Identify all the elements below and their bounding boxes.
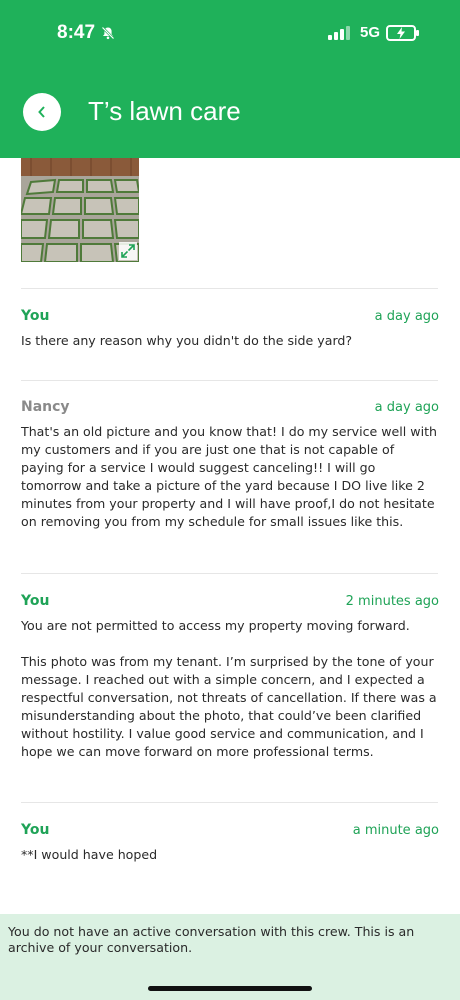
divider [21, 288, 438, 289]
message-sender: You [21, 308, 50, 324]
chevron-left-icon [38, 106, 45, 118]
status-indicators: 5G [327, 24, 419, 41]
message-item: Nancy a day ago That's an old picture an… [21, 399, 439, 531]
divider [21, 380, 438, 381]
message-sender: Nancy [21, 399, 70, 415]
message-time: a day ago [374, 400, 439, 415]
network-type: 5G [359, 24, 380, 41]
message-text: **I would have hoped [21, 847, 158, 862]
expand-icon[interactable] [119, 242, 137, 260]
message-sender: You [21, 822, 50, 838]
signal-icon [327, 25, 352, 40]
divider [21, 573, 438, 574]
page-title: T’s lawn care [88, 96, 241, 126]
message-sender: You [21, 593, 50, 609]
archive-notice: You do not have an active conversation w… [8, 924, 415, 955]
message-text: Is there any reason why you didn't do th… [21, 333, 353, 348]
message-time: a day ago [374, 309, 439, 324]
battery-charging-icon [386, 24, 419, 41]
message-time: a minute ago [352, 823, 439, 838]
divider [21, 802, 438, 803]
back-button[interactable] [23, 93, 61, 131]
home-indicator[interactable] [148, 986, 312, 991]
message-text: You are not permitted to access my prope… [21, 618, 437, 759]
bell-muted-icon [101, 26, 115, 40]
yard-photo[interactable] [21, 158, 139, 262]
message-text: That's an old picture and you know that!… [21, 424, 442, 529]
app-header: 8:47 5G T’s lawn care [0, 0, 460, 158]
status-time: 8:47 [57, 22, 96, 43]
message-item: You a minute ago **I would have hoped [21, 822, 439, 864]
message-item: You a day ago Is there any reason why yo… [21, 308, 439, 350]
message-time: 2 minutes ago [345, 594, 439, 609]
message-item: You 2 minutes ago You are not permitted … [21, 593, 439, 761]
